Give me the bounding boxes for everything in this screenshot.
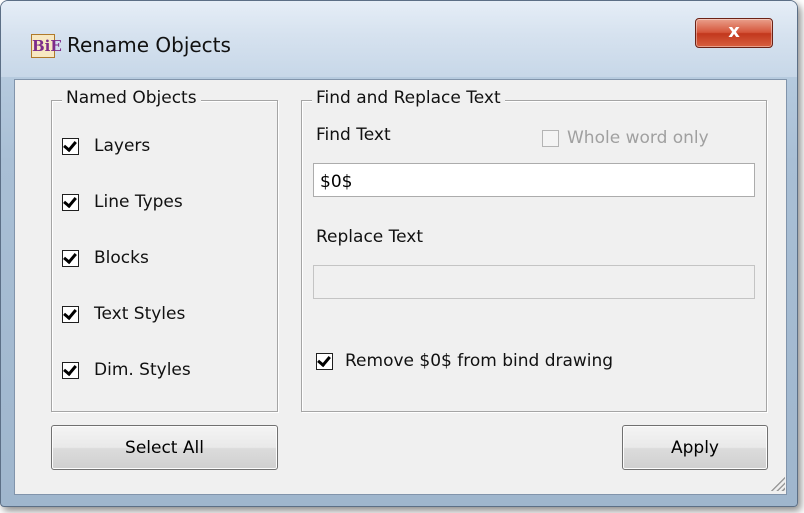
blocks-checkbox-label: Blocks	[94, 248, 149, 268]
layers-checkbox-label: Layers	[94, 136, 151, 156]
dim-styles-checkbox[interactable]	[62, 361, 79, 379]
app-logo-icon: BiE	[31, 34, 62, 58]
resize-grip-icon[interactable]	[769, 475, 785, 491]
rename-objects-dialog: BiE Rename Objects x Named Objects Layer…	[0, 0, 798, 507]
window-title: Rename Objects	[67, 33, 231, 57]
remove-bind-checkbox-row[interactable]: Remove $0$ from bind drawing	[316, 351, 613, 371]
text-styles-checkbox-row[interactable]: Text Styles	[62, 304, 185, 324]
title-bar[interactable]: BiE Rename Objects x	[1, 1, 797, 77]
close-button[interactable]: x	[695, 18, 773, 48]
find-text-input[interactable]: $0$	[313, 163, 755, 197]
remove-bind-checkbox-label: Remove $0$ from bind drawing	[345, 351, 614, 371]
named-objects-group-title: Named Objects	[62, 88, 201, 108]
dim-styles-checkbox-label: Dim. Styles	[94, 360, 191, 380]
select-all-button[interactable]: Select All	[51, 425, 278, 470]
text-styles-checkbox-label: Text Styles	[94, 304, 186, 324]
blocks-checkbox[interactable]	[62, 249, 79, 267]
replace-text-input	[313, 265, 755, 299]
apply-button[interactable]: Apply	[622, 425, 768, 470]
whole-word-checkbox	[542, 129, 559, 147]
dim-styles-checkbox-row[interactable]: Dim. Styles	[62, 360, 191, 380]
whole-word-checkbox-label: Whole word only	[567, 128, 709, 148]
line-types-checkbox-row[interactable]: Line Types	[62, 192, 183, 212]
find-replace-group: Find and Replace Text Find Text Whole wo…	[301, 88, 767, 412]
layers-checkbox-row[interactable]: Layers	[62, 136, 150, 156]
layers-checkbox[interactable]	[62, 137, 79, 155]
named-objects-group: Named Objects Layers Line Types Blocks T…	[51, 88, 278, 412]
line-types-checkbox-label: Line Types	[94, 192, 183, 212]
line-types-checkbox[interactable]	[62, 193, 79, 211]
replace-text-label: Replace Text	[316, 227, 424, 247]
blocks-checkbox-row[interactable]: Blocks	[62, 248, 149, 268]
text-styles-checkbox[interactable]	[62, 305, 79, 323]
remove-bind-checkbox[interactable]	[316, 352, 333, 370]
dialog-client-area: Named Objects Layers Line Types Blocks T…	[14, 79, 787, 495]
find-text-label: Find Text	[316, 125, 391, 145]
close-icon: x	[728, 21, 740, 42]
find-replace-group-title: Find and Replace Text	[312, 88, 505, 108]
whole-word-checkbox-row: Whole word only	[542, 128, 709, 148]
